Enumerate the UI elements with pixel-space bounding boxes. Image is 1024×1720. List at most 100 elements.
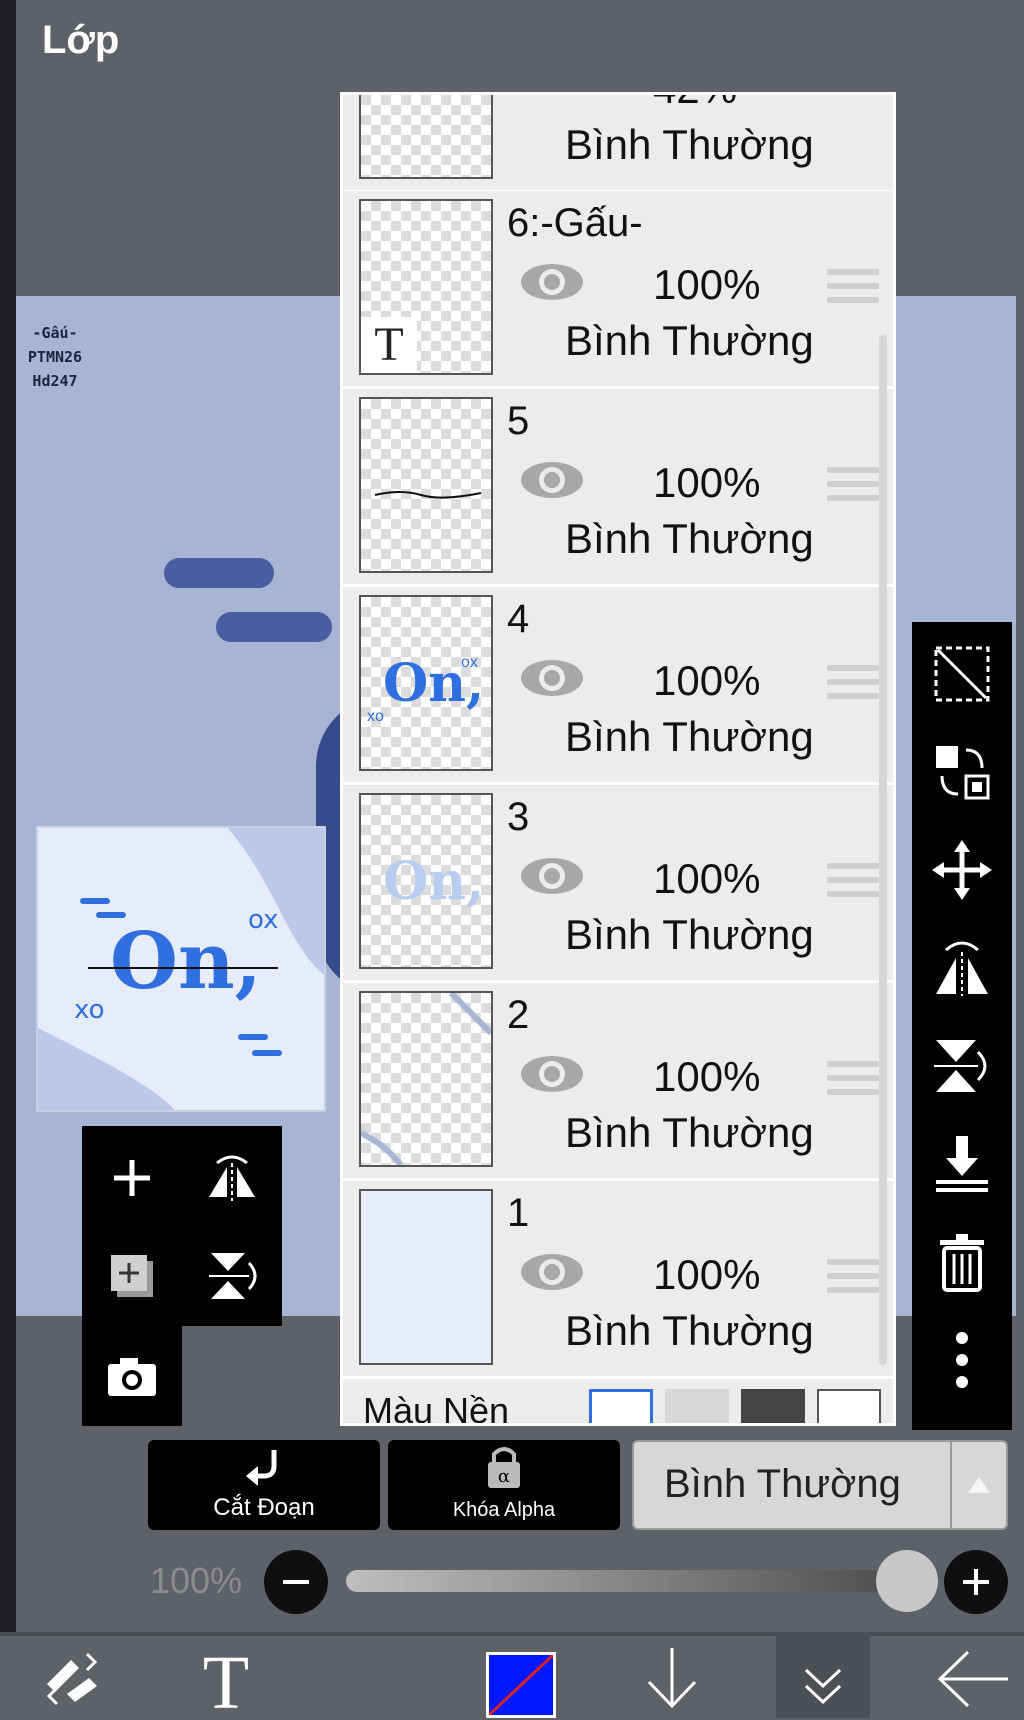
layer-thumbnail: T (359, 199, 493, 375)
right-toolbar (912, 622, 1012, 1430)
flip-horizontal-icon[interactable] (930, 936, 994, 1000)
bg-dark-checker-option[interactable] (741, 1389, 805, 1423)
flip-horizontal-icon[interactable] (200, 1146, 264, 1210)
watermark-line1: -Gấu- (32, 324, 78, 342)
trash-icon[interactable] (930, 1230, 994, 1294)
layer-thumbnail: On, (359, 793, 493, 969)
layer-name: 3 (507, 795, 530, 839)
svg-text:xo: xo (74, 995, 105, 1025)
drag-handle-icon[interactable] (827, 1061, 879, 1103)
add-folder-icon[interactable] (100, 1244, 164, 1308)
clipping-label: Cắt Đoạn (213, 1494, 315, 1521)
svg-text:On,: On, (110, 916, 262, 1007)
layer-panel: 42% Bình Thường T 6:-Gấu- 100% Bình Thườ… (340, 92, 896, 1426)
layer-name: 4 (507, 597, 530, 641)
layer-blend-mode: Bình Thường (565, 317, 814, 364)
chevron-up-icon[interactable] (950, 1442, 1006, 1528)
visibility-eye-icon[interactable] (519, 855, 585, 897)
opacity-slider[interactable] (346, 1570, 916, 1592)
layer-row[interactable]: 2 100% Bình Thường (343, 983, 893, 1181)
layer-row[interactable]: 5 100% Bình Thường (343, 389, 893, 587)
layer-opacity: 100% (653, 261, 761, 308)
swap-brush-icon[interactable] (30, 1640, 114, 1718)
layer-opacity: 100% (653, 657, 761, 704)
visibility-eye-icon[interactable] (519, 261, 585, 303)
alpha-lock-label: Khóa Alpha (452, 1499, 556, 1521)
left-edge (0, 0, 16, 1718)
decor-pill (164, 558, 274, 588)
layer-blend-mode: Bình Thường (565, 713, 814, 760)
drag-handle-icon[interactable] (827, 1259, 879, 1301)
plus-icon[interactable] (944, 1550, 1008, 1614)
layer-blend-mode: Bình Thường (565, 515, 814, 562)
layer-row-partial[interactable]: 42% Bình Thường (343, 95, 893, 193)
clipping-button[interactable]: Cắt Đoạn (148, 1440, 380, 1530)
bg-none-option[interactable] (817, 1389, 881, 1423)
layer-opacity: 100% (653, 1053, 761, 1100)
layer-row[interactable]: On, ox xo 4 100% Bình Thường (343, 587, 893, 785)
visibility-eye-icon[interactable] (519, 1251, 585, 1293)
layer-scrollbar[interactable] (879, 335, 887, 1365)
visibility-eye-icon[interactable] (519, 657, 585, 699)
layer-row[interactable]: T 6:-Gấu- 100% Bình Thường (343, 191, 893, 389)
drag-handle-icon[interactable] (827, 863, 879, 905)
lock-icon: α (488, 1447, 520, 1488)
drag-handle-icon[interactable] (827, 269, 879, 311)
collapse-icon (804, 1668, 842, 1705)
layer-blend-mode: Bình Thường (565, 121, 814, 168)
layer-thumbnail (359, 1189, 493, 1365)
move-icon[interactable] (930, 838, 994, 902)
svg-text:xo: xo (367, 708, 384, 725)
swap-layers-icon[interactable] (930, 740, 994, 804)
watermark-line3: Hd247 (32, 372, 78, 390)
thumbnail-art: On, ox xo (38, 828, 324, 1110)
color-swatch[interactable] (486, 1652, 556, 1718)
svg-text:α: α (498, 1466, 510, 1487)
bg-light-checker-option[interactable] (665, 1389, 729, 1423)
layer-thumbnail (359, 991, 493, 1167)
add-layer-icon[interactable] (100, 1146, 164, 1210)
collapse-button[interactable] (776, 1632, 870, 1718)
drag-handle-icon[interactable] (827, 467, 879, 509)
back-icon[interactable] (930, 1640, 1014, 1718)
layer-blend-mode: Bình Thường (565, 1109, 814, 1156)
text-tool-icon[interactable]: T (184, 1640, 268, 1718)
blend-mode-select[interactable]: Bình Thường (632, 1440, 1008, 1530)
background-row[interactable]: Màu Nền (343, 1379, 893, 1423)
svg-text:T: T (203, 1644, 249, 1714)
nav-divider (0, 1632, 1024, 1636)
camera-icon[interactable] (100, 1344, 164, 1408)
select-transform-icon[interactable] (930, 642, 994, 706)
drag-handle-icon[interactable] (827, 665, 879, 707)
layer-row[interactable]: On, 3 100% Bình Thường (343, 785, 893, 983)
layer-opacity: 100% (653, 459, 761, 506)
bg-white-option[interactable] (589, 1389, 653, 1423)
decor-pill (216, 612, 332, 642)
layer-row[interactable]: 1 100% Bình Thường (343, 1181, 893, 1379)
layer-name: 2 (507, 993, 530, 1037)
layer-opacity: 42% (653, 95, 737, 113)
opacity-slider-knob[interactable] (876, 1550, 938, 1612)
merge-down-icon[interactable] (930, 1132, 994, 1196)
watermark-line2: PTMN26 (27, 348, 83, 366)
canvas-thumbnail[interactable]: On, ox xo (36, 826, 326, 1112)
layer-blend-mode: Bình Thường (565, 1307, 814, 1354)
flip-vertical-icon[interactable] (200, 1244, 264, 1308)
layer-thumbnail: On, ox xo (359, 595, 493, 771)
flip-vertical-icon[interactable] (930, 1034, 994, 1098)
layer-thumbnail (359, 95, 493, 179)
text-layer-icon: T (361, 317, 417, 373)
clipping-icon (246, 1450, 277, 1486)
visibility-eye-icon[interactable] (519, 1053, 585, 1095)
minus-icon[interactable] (264, 1550, 328, 1614)
layer-blend-mode: Bình Thường (565, 911, 814, 958)
svg-text:On,: On, (383, 851, 484, 912)
alpha-lock-button[interactable]: α Khóa Alpha (388, 1440, 620, 1530)
layer-name: 1 (507, 1191, 530, 1235)
more-icon[interactable] (930, 1328, 994, 1392)
layer-opacity: 100% (653, 855, 761, 902)
svg-text:ox: ox (248, 905, 279, 935)
layer-name: 5 (507, 399, 530, 443)
download-icon[interactable] (630, 1640, 714, 1718)
visibility-eye-icon[interactable] (519, 459, 585, 501)
